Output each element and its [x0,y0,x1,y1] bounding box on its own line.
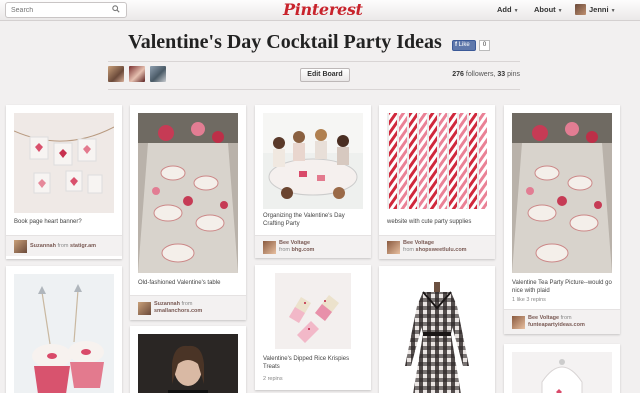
pin-attribution: Bee Voltage from bhg.com [255,235,371,258]
cupcake-image [14,274,114,393]
pin-source-link[interactable]: smallanchors.com [154,308,202,314]
crafting-party-image [263,113,363,209]
pin-source-link[interactable]: shopsweetlulu.com [416,247,467,253]
rice-krispies-image [275,273,351,349]
pin-description: website with cute party supplies [387,219,472,225]
about-menu[interactable]: About ▼ [534,0,563,20]
pin-description: Book page heart banner? [14,219,82,225]
search-input[interactable] [5,2,127,18]
pinner-name[interactable]: Bee Voltage [528,315,559,321]
glass-dome-image [512,352,612,393]
pinner-name[interactable]: Suzannah [154,301,180,307]
add-menu-label: Add [497,5,512,14]
chevron-down-icon: ▼ [610,8,616,14]
pin-card[interactable]: Valentine Tea Party Picture--would go ni… [504,105,620,334]
heart-banner-image [14,113,114,213]
pinner-info: Suzannah from statigr.am [30,243,120,250]
pinner-name[interactable]: Bee Voltage [279,240,310,246]
collaborator-avatar[interactable] [129,66,145,82]
party-straws-image [387,113,487,209]
pin-source-link[interactable]: funteapartyideas.com [528,322,585,328]
pin-image[interactable] [512,352,612,393]
pinner-avatar[interactable] [512,316,525,329]
followers-label: followers, [465,71,496,78]
facebook-like-button[interactable]: f Like [452,40,476,51]
edit-board-button[interactable]: Edit Board [300,68,350,82]
pin-image[interactable] [275,273,351,349]
pin-attribution: Suzannah from statigr.am [6,235,122,256]
pin-source-link[interactable]: statigr.am [70,243,96,249]
pin-card[interactable] [130,326,246,393]
follower-count[interactable]: 276 [452,71,464,78]
pin-card[interactable]: Old-fashioned Valentine's table Suzannah… [130,105,246,320]
pin-stats: 2 repins [263,376,283,382]
chevron-down-icon: ▼ [557,8,563,14]
add-menu[interactable]: Add ▼ [497,0,519,20]
pinner-avatar[interactable] [138,302,151,315]
pinner-info: Suzannah from smallanchors.com [154,301,244,315]
pins-label: pins [507,71,520,78]
pin-image[interactable] [138,334,238,393]
collaborator-avatar[interactable] [150,66,166,82]
pin-image[interactable] [512,113,612,273]
from-label: from [181,301,193,307]
user-menu[interactable]: Jenni ▼ [589,0,616,20]
divider [108,61,520,62]
board-stats: 276 followers, 33 pins [430,71,520,78]
valentine-tea-party-image [512,113,612,273]
pinner-avatar[interactable] [263,241,276,254]
pin-description: Organizing the Valentine's Day Crafting … [263,213,345,227]
pin-image[interactable] [14,113,114,213]
pin-attribution: Bee Voltage from funteapartyideas.com [504,309,620,334]
pinner-name[interactable]: Bee Voltage [403,240,434,246]
pinner-avatar[interactable] [14,240,27,253]
search-icon[interactable] [112,5,120,13]
pin-card[interactable] [379,266,495,393]
board-title: Valentine's Day Cocktail Party Ideas [128,31,442,53]
about-menu-label: About [534,5,556,14]
pin-card[interactable]: website with cute party supplies Bee Vol… [379,105,495,259]
plaid-dress-image [387,274,487,393]
pinner-info: Bee Voltage from shopsweetlulu.com [403,240,493,254]
pin-image[interactable] [387,274,487,393]
pin-card[interactable] [504,344,620,393]
top-nav-bar: Pinterest Add▼ About▼ Jenni▼ [0,0,640,21]
like-label: Like [458,42,470,48]
pin-source-link[interactable]: bhg.com [292,247,315,253]
facebook-icon: f [455,42,457,48]
pin-attribution: Suzannah from smallanchors.com [130,295,246,320]
user-name: Jenni [589,5,609,14]
pin-image[interactable] [138,113,238,273]
pinner-name[interactable]: Suzannah [30,243,56,249]
pin-attribution: Bee Voltage from shopsweetlulu.com [379,235,495,259]
collaborator-avatar[interactable] [108,66,124,82]
valentine-table-image [138,113,238,273]
pin-card[interactable]: Organizing the Valentine's Day Crafting … [255,105,371,258]
pin-description: Valentine Tea Party Picture--would go ni… [512,280,612,294]
pin-card[interactable]: Book page heart banner? Suzannah from st… [6,105,122,259]
pin-description: Old-fashioned Valentine's table [138,280,221,286]
chevron-down-icon: ▼ [513,8,519,14]
pin-description: Valentine's Dipped Rice Krispies Treats [263,356,350,370]
pin-card[interactable]: Valentine's Dipped Rice Krispies Treats … [255,265,371,390]
pin-card[interactable] [6,266,122,393]
pin-image[interactable] [263,113,363,209]
pinner-avatar[interactable] [387,241,400,254]
user-avatar[interactable] [575,4,586,15]
from-label: from [403,247,414,253]
pinner-info: Bee Voltage from funteapartyideas.com [528,315,618,329]
divider [108,89,520,90]
pin-stats: 1 like 3 repins [512,297,546,303]
from-label: from [57,243,69,249]
from-label: from [560,315,572,321]
pinterest-logo[interactable]: Pinterest [283,0,363,20]
pinner-info: Bee Voltage from bhg.com [279,240,369,254]
pin-count: 33 [497,71,506,78]
like-count: 0 [479,40,490,51]
portrait-image [138,334,238,393]
from-label: from [279,247,290,253]
pin-image[interactable] [387,113,487,209]
pin-image[interactable] [14,274,114,393]
